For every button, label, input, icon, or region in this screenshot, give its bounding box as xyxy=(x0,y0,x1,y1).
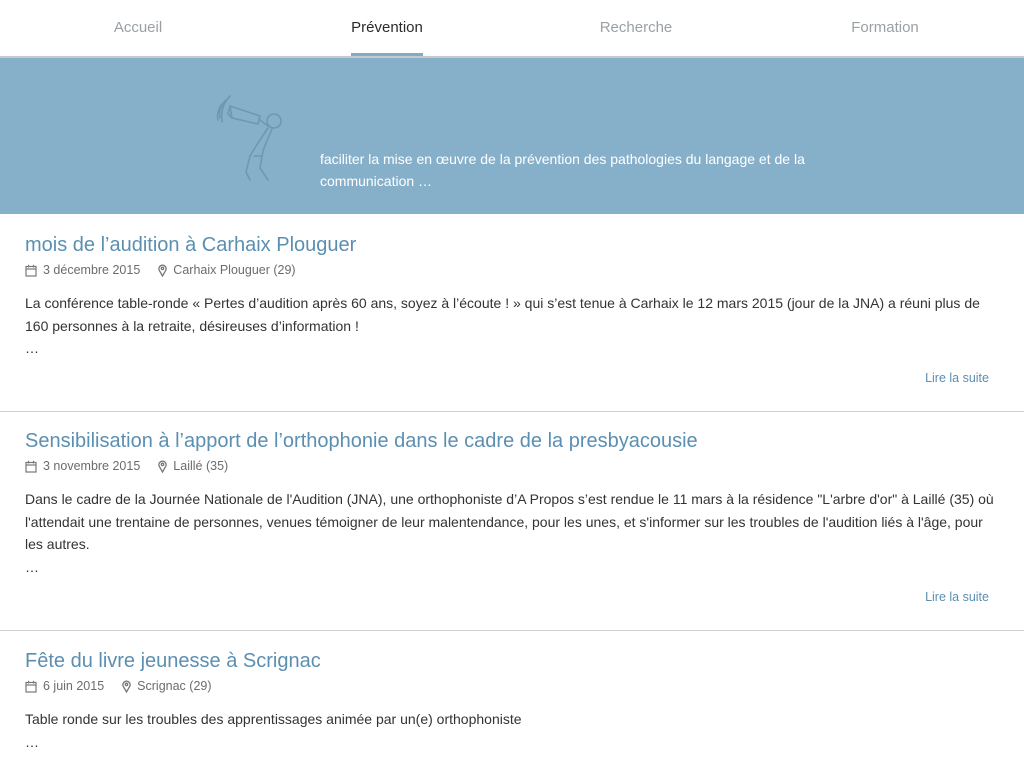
article-ellipsis: … xyxy=(25,558,39,575)
tab-accueil[interactable]: Accueil xyxy=(10,0,266,56)
article-excerpt: Table ronde sur les troubles des apprent… xyxy=(25,708,999,753)
article-location: Scrignac (29) xyxy=(122,679,212,693)
tab-label[interactable]: Prévention xyxy=(351,19,423,56)
article-title[interactable]: Sensibilisation à l’apport de l’orthopho… xyxy=(25,429,999,453)
map-pin-icon xyxy=(122,680,131,693)
tab-recherche[interactable]: Recherche xyxy=(508,0,764,56)
article-item: Sensibilisation à l’apport de l’orthopho… xyxy=(0,429,1024,631)
tab-label[interactable]: Recherche xyxy=(600,19,673,56)
calendar-icon xyxy=(25,264,37,277)
article-date: 3 décembre 2015 xyxy=(43,263,141,277)
article-location-label: Laillé (35) xyxy=(173,459,229,473)
article-excerpt-text: Table ronde sur les troubles des apprent… xyxy=(25,711,522,727)
article-ellipsis: … xyxy=(25,340,39,356)
read-more-link[interactable]: Lire la suite xyxy=(925,590,989,604)
read-more-link[interactable]: Lire la suite xyxy=(925,371,989,385)
tab-formation[interactable]: Formation xyxy=(757,0,1013,56)
article-location-label: Scrignac (29) xyxy=(137,679,212,693)
article-title[interactable]: mois de l’audition à Carhaix Plouguer xyxy=(25,233,999,257)
article-excerpt: Dans le cadre de la Journée Nationale de… xyxy=(25,488,999,578)
section-banner: faciliter la mise en œuvre de la prévent… xyxy=(0,58,1024,214)
banner-text: faciliter la mise en œuvre de la prévent… xyxy=(320,151,805,189)
calendar-icon xyxy=(25,460,37,473)
article-location: Carhaix Plouguer (29) xyxy=(158,263,296,277)
tab-prevention[interactable]: Prévention xyxy=(259,0,515,56)
map-pin-icon xyxy=(158,460,168,473)
article-excerpt-text: Dans le cadre de la Journée Nationale de… xyxy=(25,491,994,552)
article-item: Fête du livre jeunesse à Scrignac 6 juin… xyxy=(0,649,1024,779)
tab-label[interactable]: Accueil xyxy=(114,19,162,56)
map-pin-icon xyxy=(158,264,168,277)
article-meta: 3 décembre 2015 Carhaix Plouguer (29) xyxy=(25,262,999,278)
article-date: 6 juin 2015 xyxy=(43,679,105,693)
calendar-icon xyxy=(25,680,37,693)
article-meta: 6 juin 2015 Scrignac (29) xyxy=(25,678,999,694)
tab-label[interactable]: Formation xyxy=(851,19,919,56)
article-meta: 3 novembre 2015 Laillé (35) xyxy=(25,458,999,474)
article-location: Laillé (35) xyxy=(158,459,228,473)
article-date: 3 novembre 2015 xyxy=(43,459,141,473)
article-title[interactable]: Fête du livre jeunesse à Scrignac xyxy=(25,649,999,673)
top-navigation: Accueil Prévention Recherche Formation xyxy=(0,0,1024,58)
article-excerpt: La conférence table-ronde « Pertes d’aud… xyxy=(25,292,999,360)
article-location-label: Carhaix Plouguer (29) xyxy=(173,263,296,277)
megaphone-person-icon xyxy=(216,95,282,181)
article-ellipsis: … xyxy=(25,733,39,750)
article-excerpt-text: La conférence table-ronde « Pertes d’aud… xyxy=(25,295,980,334)
article-item: mois de l’audition à Carhaix Plouguer 3 … xyxy=(0,233,1024,412)
